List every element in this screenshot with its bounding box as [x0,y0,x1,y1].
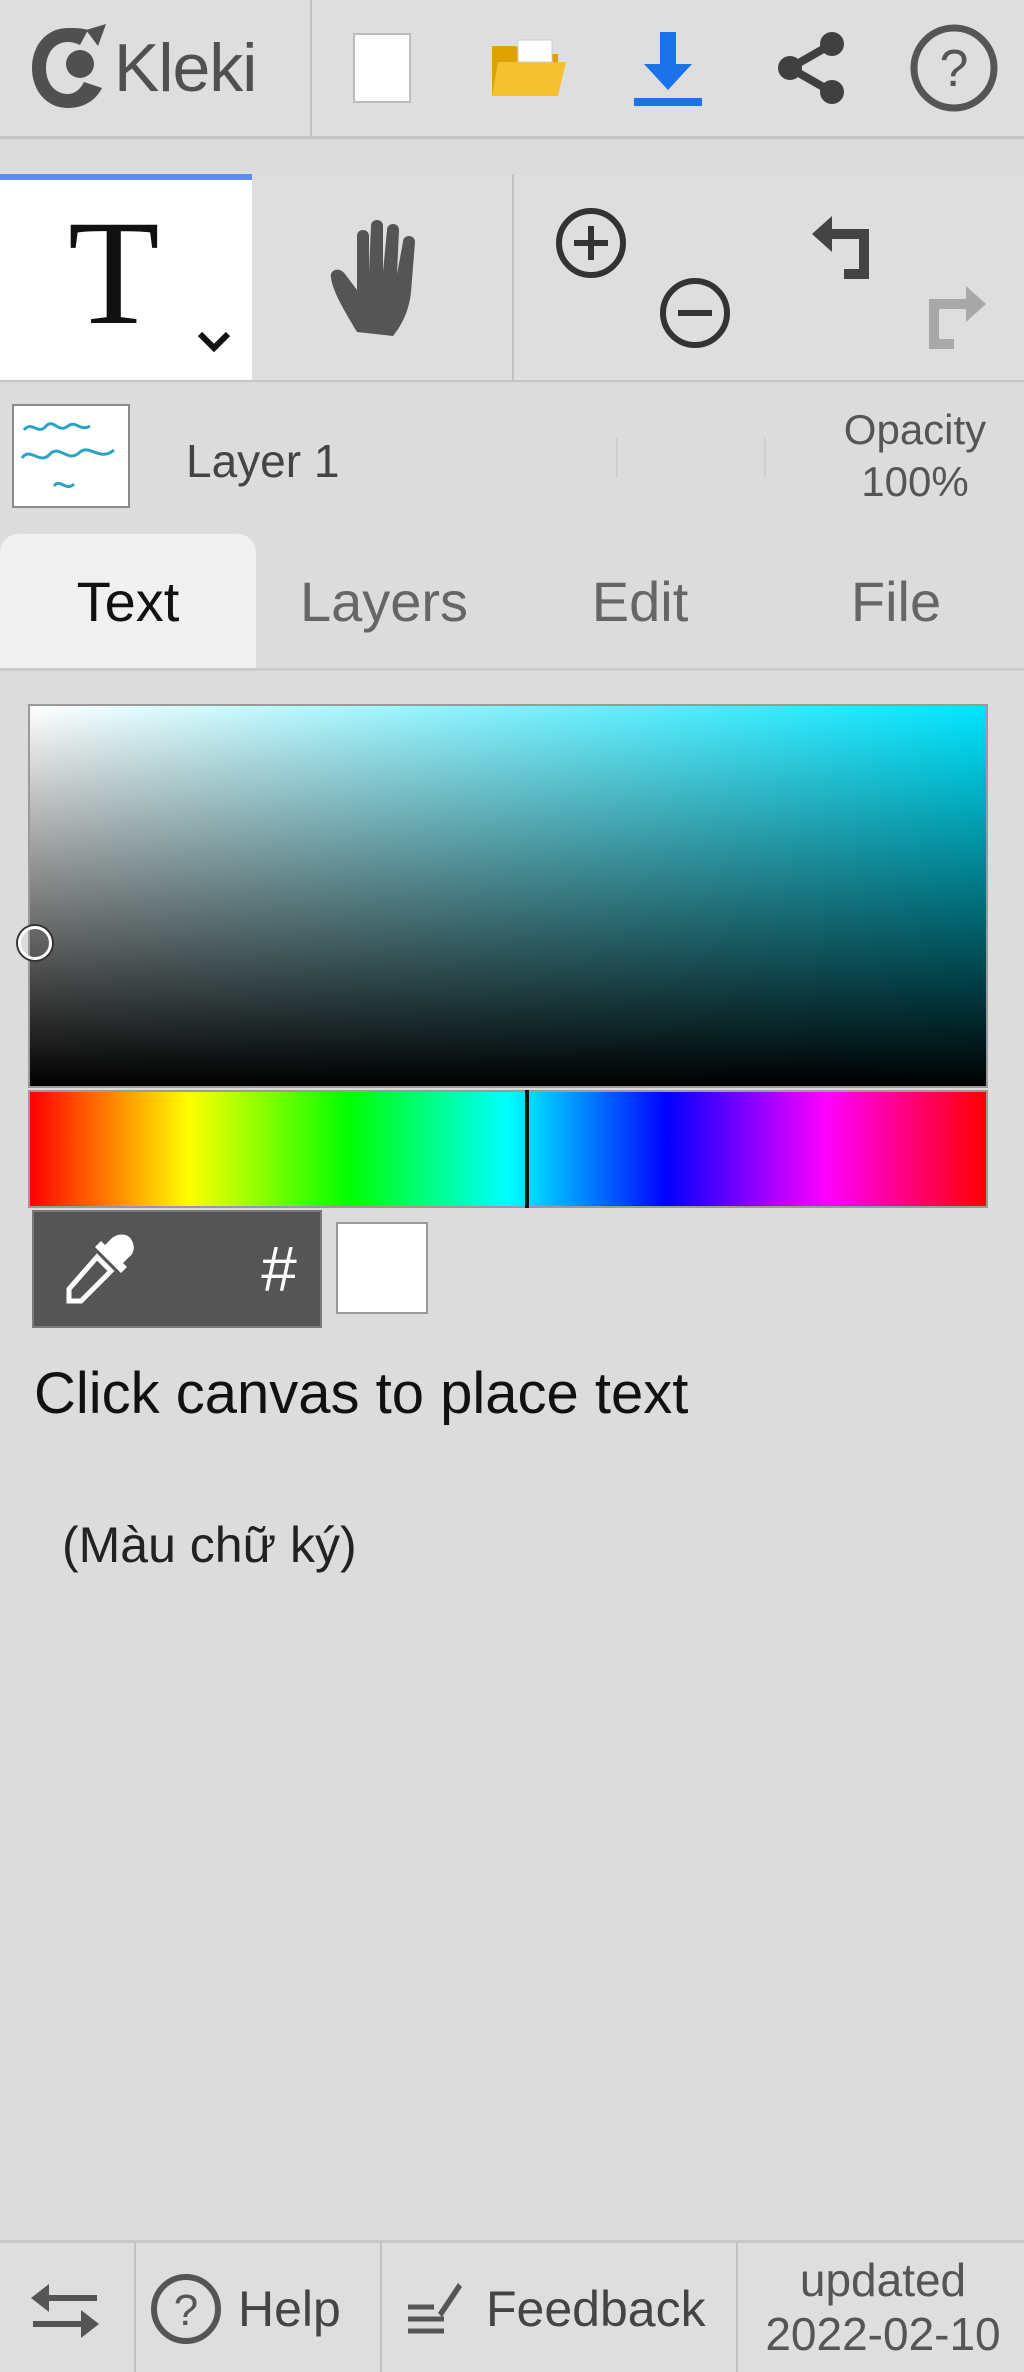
layer-name: Layer 1 [186,435,340,487]
overlay-caption: (Màu chữ ký) [62,1517,357,1573]
tab-text[interactable]: Text [0,534,256,668]
current-color-swatch[interactable] [336,1222,428,1314]
feedback-label: Feedback [486,2281,706,2337]
help-circle-icon: ? [910,24,998,112]
redo-button[interactable] [910,274,990,359]
eyedropper-button[interactable] [34,1212,164,1326]
redo-icon [929,286,986,349]
new-file-button[interactable] [334,20,430,116]
hue-slider-handle[interactable] [525,1090,529,1208]
updated-date: 2022-02-10 [765,2308,1001,2360]
zoom-in-button[interactable] [552,204,630,287]
kleki-logo-icon [32,24,106,108]
tab-edit[interactable]: Edit [512,534,768,668]
help-circle-icon: ? [151,2274,221,2344]
layer-thumbnail[interactable] [12,404,130,508]
swap-ui-side-button[interactable] [22,2267,108,2353]
help-button[interactable]: ? [906,20,1002,116]
download-icon [634,32,702,106]
svg-text:?: ? [940,40,969,98]
opacity-value[interactable]: 100% [790,456,1024,508]
divider [380,2243,382,2372]
zoom-in-icon [556,208,626,278]
undo-icon [812,216,869,279]
text-tool-icon: T [68,190,160,356]
download-button[interactable] [620,20,716,116]
eyedropper-icon [66,1234,134,1304]
text-tool-hint: Click canvas to place text [34,1361,689,1426]
tab-file[interactable]: File [768,534,1024,668]
hue-slider[interactable] [28,1090,988,1208]
kleki-logo[interactable]: Kleki [28,16,288,120]
top-toolbar: Kleki ? [0,0,1024,139]
share-button[interactable] [764,20,860,116]
share-icon [778,32,844,104]
app-title: Kleki [114,30,257,106]
opacity-label: Opacity [843,406,987,453]
new-file-icon [353,33,411,103]
layer-row[interactable]: Layer 1 Opacity 100% [0,382,1024,532]
hex-input-button[interactable]: # [234,1212,324,1326]
picker-tools: # [32,1210,322,1328]
chevron-down-icon[interactable] [196,330,232,354]
updated-label: updated [799,2254,967,2306]
divider [764,438,766,478]
hand-tool-icon [330,220,415,336]
svg-text:?: ? [174,2286,198,2335]
undo-button[interactable] [808,204,888,289]
zoom-out-button[interactable] [656,274,734,357]
bottom-bar: ? Help Feedback updated 2022-02-10 [0,2240,1024,2372]
divider [736,2243,738,2372]
divider [512,174,514,380]
signature-thumbnail-image [20,422,115,489]
tool-row: T [0,174,1024,383]
open-folder-icon [492,39,566,96]
feedback-button[interactable]: Feedback [404,2261,706,2357]
text-tool-button[interactable]: T [0,174,252,380]
divider [616,438,618,478]
hand-tool-button[interactable] [258,174,508,380]
help-label: Help [238,2281,341,2337]
saturation-value-picker[interactable] [28,704,988,1088]
open-file-button[interactable] [480,20,576,116]
color-picker-cursor[interactable] [18,926,52,960]
tab-layers[interactable]: Layers [256,534,512,668]
tab-bar: Text Layers Edit File [0,534,1024,671]
version-info[interactable]: updated 2022-02-10 [742,2253,1024,2361]
divider [134,2243,136,2372]
divider [310,0,312,136]
help-footer-button[interactable]: ? Help [148,2261,341,2357]
zoom-out-icon [660,278,730,348]
swap-arrows-icon [31,2284,99,2338]
feedback-pen-icon [408,2283,462,2334]
